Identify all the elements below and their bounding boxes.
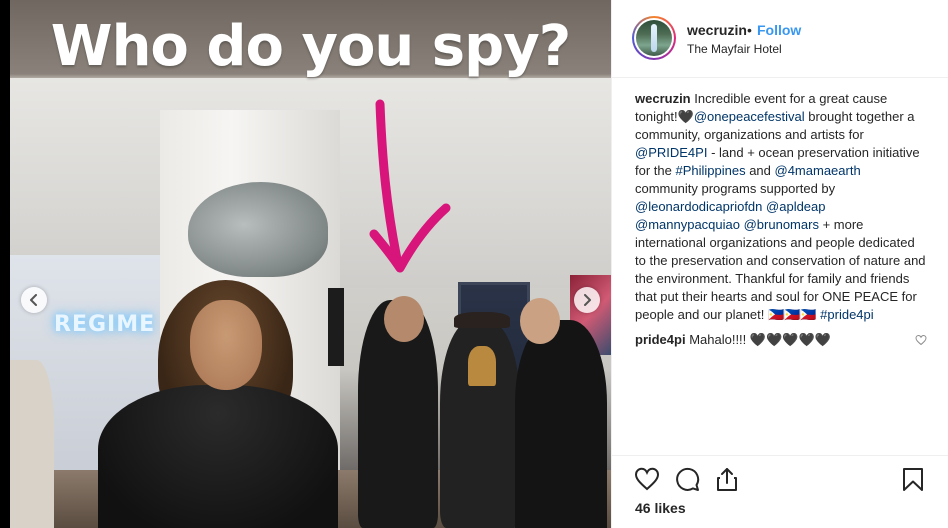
share-icon [717, 468, 737, 491]
comments-section[interactable]: wecruzin Incredible event for a great ca… [635, 90, 927, 450]
mention-link[interactable]: @PRIDE4PI [635, 145, 707, 160]
comment-username[interactable]: pride4pi [635, 332, 686, 347]
instagram-post: REGIME 7 Who do you spy? wecruzin • Foll… [0, 0, 948, 528]
header-username[interactable]: wecruzin [687, 22, 747, 38]
person-woman-face [190, 300, 262, 390]
header-separator: • [747, 22, 752, 38]
share-button[interactable] [714, 466, 740, 492]
story-ring[interactable] [632, 16, 676, 60]
comment-text: Mahalo!!!! 🖤🖤🖤🖤🖤 [685, 332, 831, 347]
follow-button[interactable]: Follow [757, 22, 801, 38]
chevron-right-icon [584, 294, 591, 306]
heart-icon[interactable] [915, 334, 927, 346]
caption-text: and [745, 163, 775, 178]
person-left-edge [10, 360, 54, 528]
person-hat-man-hat [454, 312, 510, 328]
post-media: REGIME 7 Who do you spy? [0, 0, 611, 528]
person-suit-man [515, 320, 607, 528]
lizard-sculpture [188, 182, 328, 277]
post-photo: REGIME 7 Who do you spy? [10, 0, 611, 528]
person-suit-man-head [520, 298, 560, 344]
bookmark-icon [903, 468, 923, 491]
chevron-left-icon [30, 294, 37, 306]
photo-screen [328, 288, 344, 366]
hand-drawn-arrow [369, 99, 451, 273]
post-sidebar: wecruzin • Follow The Mayfair Hotel wecr… [611, 0, 948, 528]
next-slide-button[interactable] [574, 287, 600, 313]
action-bar [612, 455, 948, 495]
comment-button[interactable] [674, 466, 700, 492]
avatar[interactable] [636, 20, 672, 56]
person-woman-body [98, 385, 338, 528]
mention-link[interactable]: @4mamaearth [775, 163, 861, 178]
likes-count[interactable]: 46 likes [635, 500, 686, 516]
location-link[interactable]: The Mayfair Hotel [687, 42, 782, 56]
avatar-border [634, 18, 674, 58]
story-headline: Who do you spy? [50, 14, 571, 79]
person-hat-man-scarf [468, 346, 496, 386]
like-button[interactable] [634, 466, 660, 492]
caption-username[interactable]: wecruzin [635, 91, 691, 106]
save-button[interactable] [900, 466, 926, 492]
comment-icon [676, 467, 700, 491]
person-cap-man-head [384, 296, 424, 342]
mention-link[interactable]: @mannypacquiao [635, 217, 740, 232]
mention-link[interactable]: @apldeap [766, 199, 825, 214]
hashtag-link[interactable]: #pride4pi [820, 307, 874, 322]
post-header: wecruzin • Follow The Mayfair Hotel [612, 0, 948, 78]
post-caption: wecruzin Incredible event for a great ca… [635, 90, 927, 324]
mention-link[interactable]: @onepeacefestival [694, 109, 805, 124]
caption-text: community programs supported by [635, 181, 836, 196]
heart-icon [634, 467, 660, 491]
previous-slide-button[interactable] [21, 287, 47, 313]
hashtag-link[interactable]: #Philippines [675, 163, 745, 178]
comment-item: pride4pi Mahalo!!!! 🖤🖤🖤🖤🖤 [635, 331, 927, 349]
mention-link[interactable]: @leonardodicapriofdn [635, 199, 762, 214]
caption-text: + more international organizations and p… [635, 217, 926, 322]
mention-link[interactable]: @brunomars [744, 217, 819, 232]
